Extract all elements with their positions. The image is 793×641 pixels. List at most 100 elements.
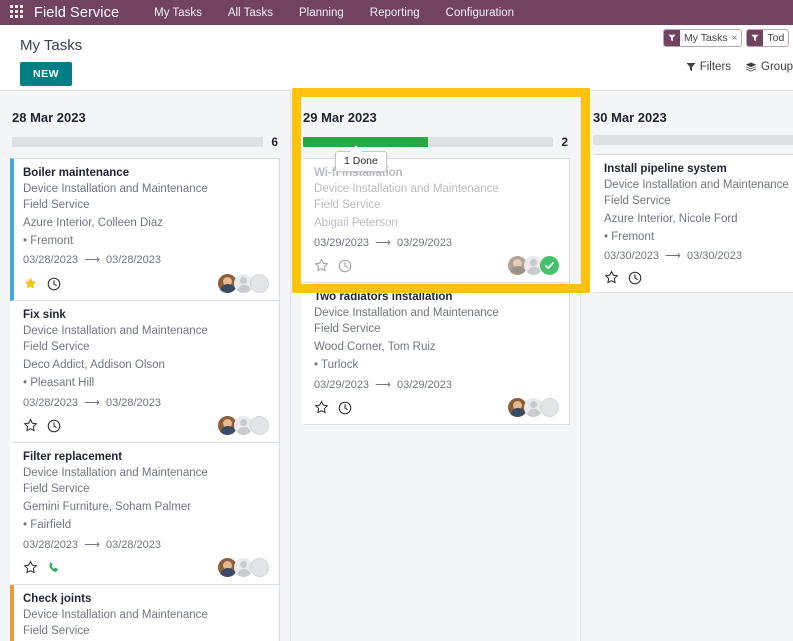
clock-icon[interactable] (47, 419, 61, 433)
card-footer (604, 266, 793, 285)
card-partner: Azure Interior, Nicole Ford (604, 212, 738, 225)
arrow-right-icon: ⟶ (665, 250, 681, 263)
avatar[interactable] (250, 558, 269, 578)
card-team: Field Service (604, 195, 671, 208)
card-date-end: 03/30/2023 (686, 250, 743, 263)
avatar[interactable] (250, 274, 269, 294)
app-brand-title[interactable]: Field Service (34, 5, 119, 21)
card-date-end: 03/29/2023 (396, 378, 453, 391)
apps-grid-icon[interactable] (10, 5, 25, 20)
nav-item-reporting[interactable]: Reporting (357, 2, 433, 24)
kanban-card[interactable]: Install pipeline system Device Installat… (591, 154, 793, 294)
arrow-right-icon: ⟶ (84, 538, 100, 551)
card-project: Device Installation and Maintenance (604, 178, 789, 191)
card-project: Device Installation and Maintenance (23, 466, 208, 479)
kanban-column-28-mar-2023: 28 Mar 2023 6 Boiler maintenance Device … (0, 92, 290, 641)
card-date-start: 03/29/2023 (314, 378, 370, 391)
search-tool-buttons: Filters Group (686, 61, 793, 73)
card-avatars (508, 398, 559, 418)
filters-button[interactable]: Filters (686, 61, 731, 73)
star-icon[interactable] (314, 400, 329, 415)
avatar[interactable] (540, 398, 559, 418)
card-team: Field Service (23, 341, 90, 354)
new-button[interactable]: NEW (20, 62, 72, 86)
star-icon[interactable] (604, 270, 619, 285)
filter-funnel-icon (747, 30, 764, 46)
card-dates: 03/28/2023 ⟶ 03/28/2023 (23, 535, 269, 555)
card-title: Boiler maintenance (23, 167, 130, 179)
card-dates: 03/28/2023 ⟶ 03/28/2023 (23, 250, 269, 270)
card-city: • Fremont (23, 234, 74, 247)
card-team: Field Service (23, 199, 90, 212)
kanban-card[interactable]: Two radiators installation Device Instal… (301, 283, 570, 426)
card-icon-row (23, 276, 61, 291)
card-partner: Deco Addict, Addison Olson (23, 358, 165, 371)
kanban-progress-bar[interactable] (593, 135, 793, 145)
search-facet-label: My Tasks (684, 32, 728, 44)
search-facet-my-tasks[interactable]: My Tasks × (663, 29, 743, 47)
kanban-card[interactable]: Check joints Device Installation and Mai… (10, 585, 280, 641)
kanban-column-count: 6 (271, 135, 278, 149)
card-icon-row (314, 258, 352, 273)
card-date-start: 03/30/2023 (604, 250, 660, 263)
card-team: Field Service (23, 483, 90, 496)
kanban-column-progress-row: 2 1 Done (301, 135, 570, 172)
card-project: Device Installation and Maintenance (23, 608, 208, 621)
kanban-progress-bar[interactable] (303, 137, 554, 147)
star-icon[interactable] (23, 276, 38, 291)
search-facet-label: Tod (767, 32, 785, 44)
group-layers-icon (745, 62, 757, 72)
card-dates: 03/29/2023 ⟶ 03/29/2023 (314, 233, 559, 253)
clock-icon[interactable] (338, 401, 352, 415)
star-icon[interactable] (23, 418, 38, 433)
group-by-button[interactable]: Group (745, 61, 793, 73)
card-footer (23, 554, 269, 578)
kanban-column-count: 2 (561, 135, 568, 149)
kanban-card[interactable]: Fix sink Device Installation and Mainten… (10, 301, 280, 444)
control-panel: My Tasks NEW My Tasks × Tod Filters Grou… (0, 25, 793, 91)
card-project: Device Installation and Maintenance (23, 324, 208, 337)
kanban-board[interactable]: 28 Mar 2023 6 Boiler maintenance Device … (0, 92, 793, 641)
kanban-card[interactable]: Filter replacement Device Installation a… (10, 443, 280, 586)
card-title: Two radiators installation (314, 291, 453, 304)
star-icon[interactable] (23, 560, 38, 575)
arrow-right-icon: ⟶ (84, 254, 100, 267)
kanban-card[interactable]: Boiler maintenance Device Installation a… (10, 158, 280, 302)
card-footer (23, 270, 269, 294)
clock-icon[interactable] (628, 271, 642, 285)
kanban-column-title: 28 Mar 2023 (12, 110, 86, 125)
card-partner: Azure Interior, Colleen Diaz (23, 216, 163, 229)
card-icon-row (604, 270, 642, 285)
progress-tooltip: 1 Done (335, 145, 387, 172)
filter-funnel-icon (686, 62, 696, 72)
card-team: Field Service (23, 625, 90, 638)
card-partner: Gemini Furniture, Soham Palmer (23, 500, 192, 513)
avatar[interactable] (250, 416, 269, 436)
arrow-right-icon: ⟶ (375, 236, 391, 249)
card-avatars (508, 256, 559, 276)
kanban-column-progress-row (591, 135, 793, 154)
top-navbar: Field Service My Tasks All Tasks Plannin… (0, 0, 793, 25)
card-date-end: 03/28/2023 (105, 538, 162, 551)
kanban-progress-bar[interactable] (12, 137, 264, 147)
nav-item-all-tasks[interactable]: All Tasks (215, 2, 286, 24)
phone-icon[interactable] (47, 561, 61, 575)
card-dates: 03/29/2023 ⟶ 03/29/2023 (314, 375, 559, 395)
card-dates: 03/30/2023 ⟶ 03/30/2023 (604, 246, 793, 266)
nav-item-my-tasks[interactable]: My Tasks (141, 2, 215, 24)
card-project: Device Installation and Maintenance (314, 182, 499, 195)
clock-icon[interactable] (47, 277, 61, 291)
card-city: • Fairfield (23, 518, 72, 531)
nav-item-configuration[interactable]: Configuration (433, 2, 527, 24)
arrow-right-icon: ⟶ (375, 378, 391, 391)
card-city: • Pleasant Hill (23, 376, 95, 389)
star-icon[interactable] (314, 258, 329, 273)
card-title: Check joints (23, 593, 92, 606)
close-icon[interactable]: × (732, 30, 742, 46)
kanban-card[interactable]: Wi-fi installation Device Installation a… (301, 158, 570, 284)
card-avatars (218, 558, 269, 578)
nav-item-planning[interactable]: Planning (286, 2, 357, 24)
task-done-check-icon[interactable] (540, 256, 559, 276)
search-facet-today[interactable]: Tod (746, 29, 790, 47)
clock-icon[interactable] (338, 259, 352, 273)
